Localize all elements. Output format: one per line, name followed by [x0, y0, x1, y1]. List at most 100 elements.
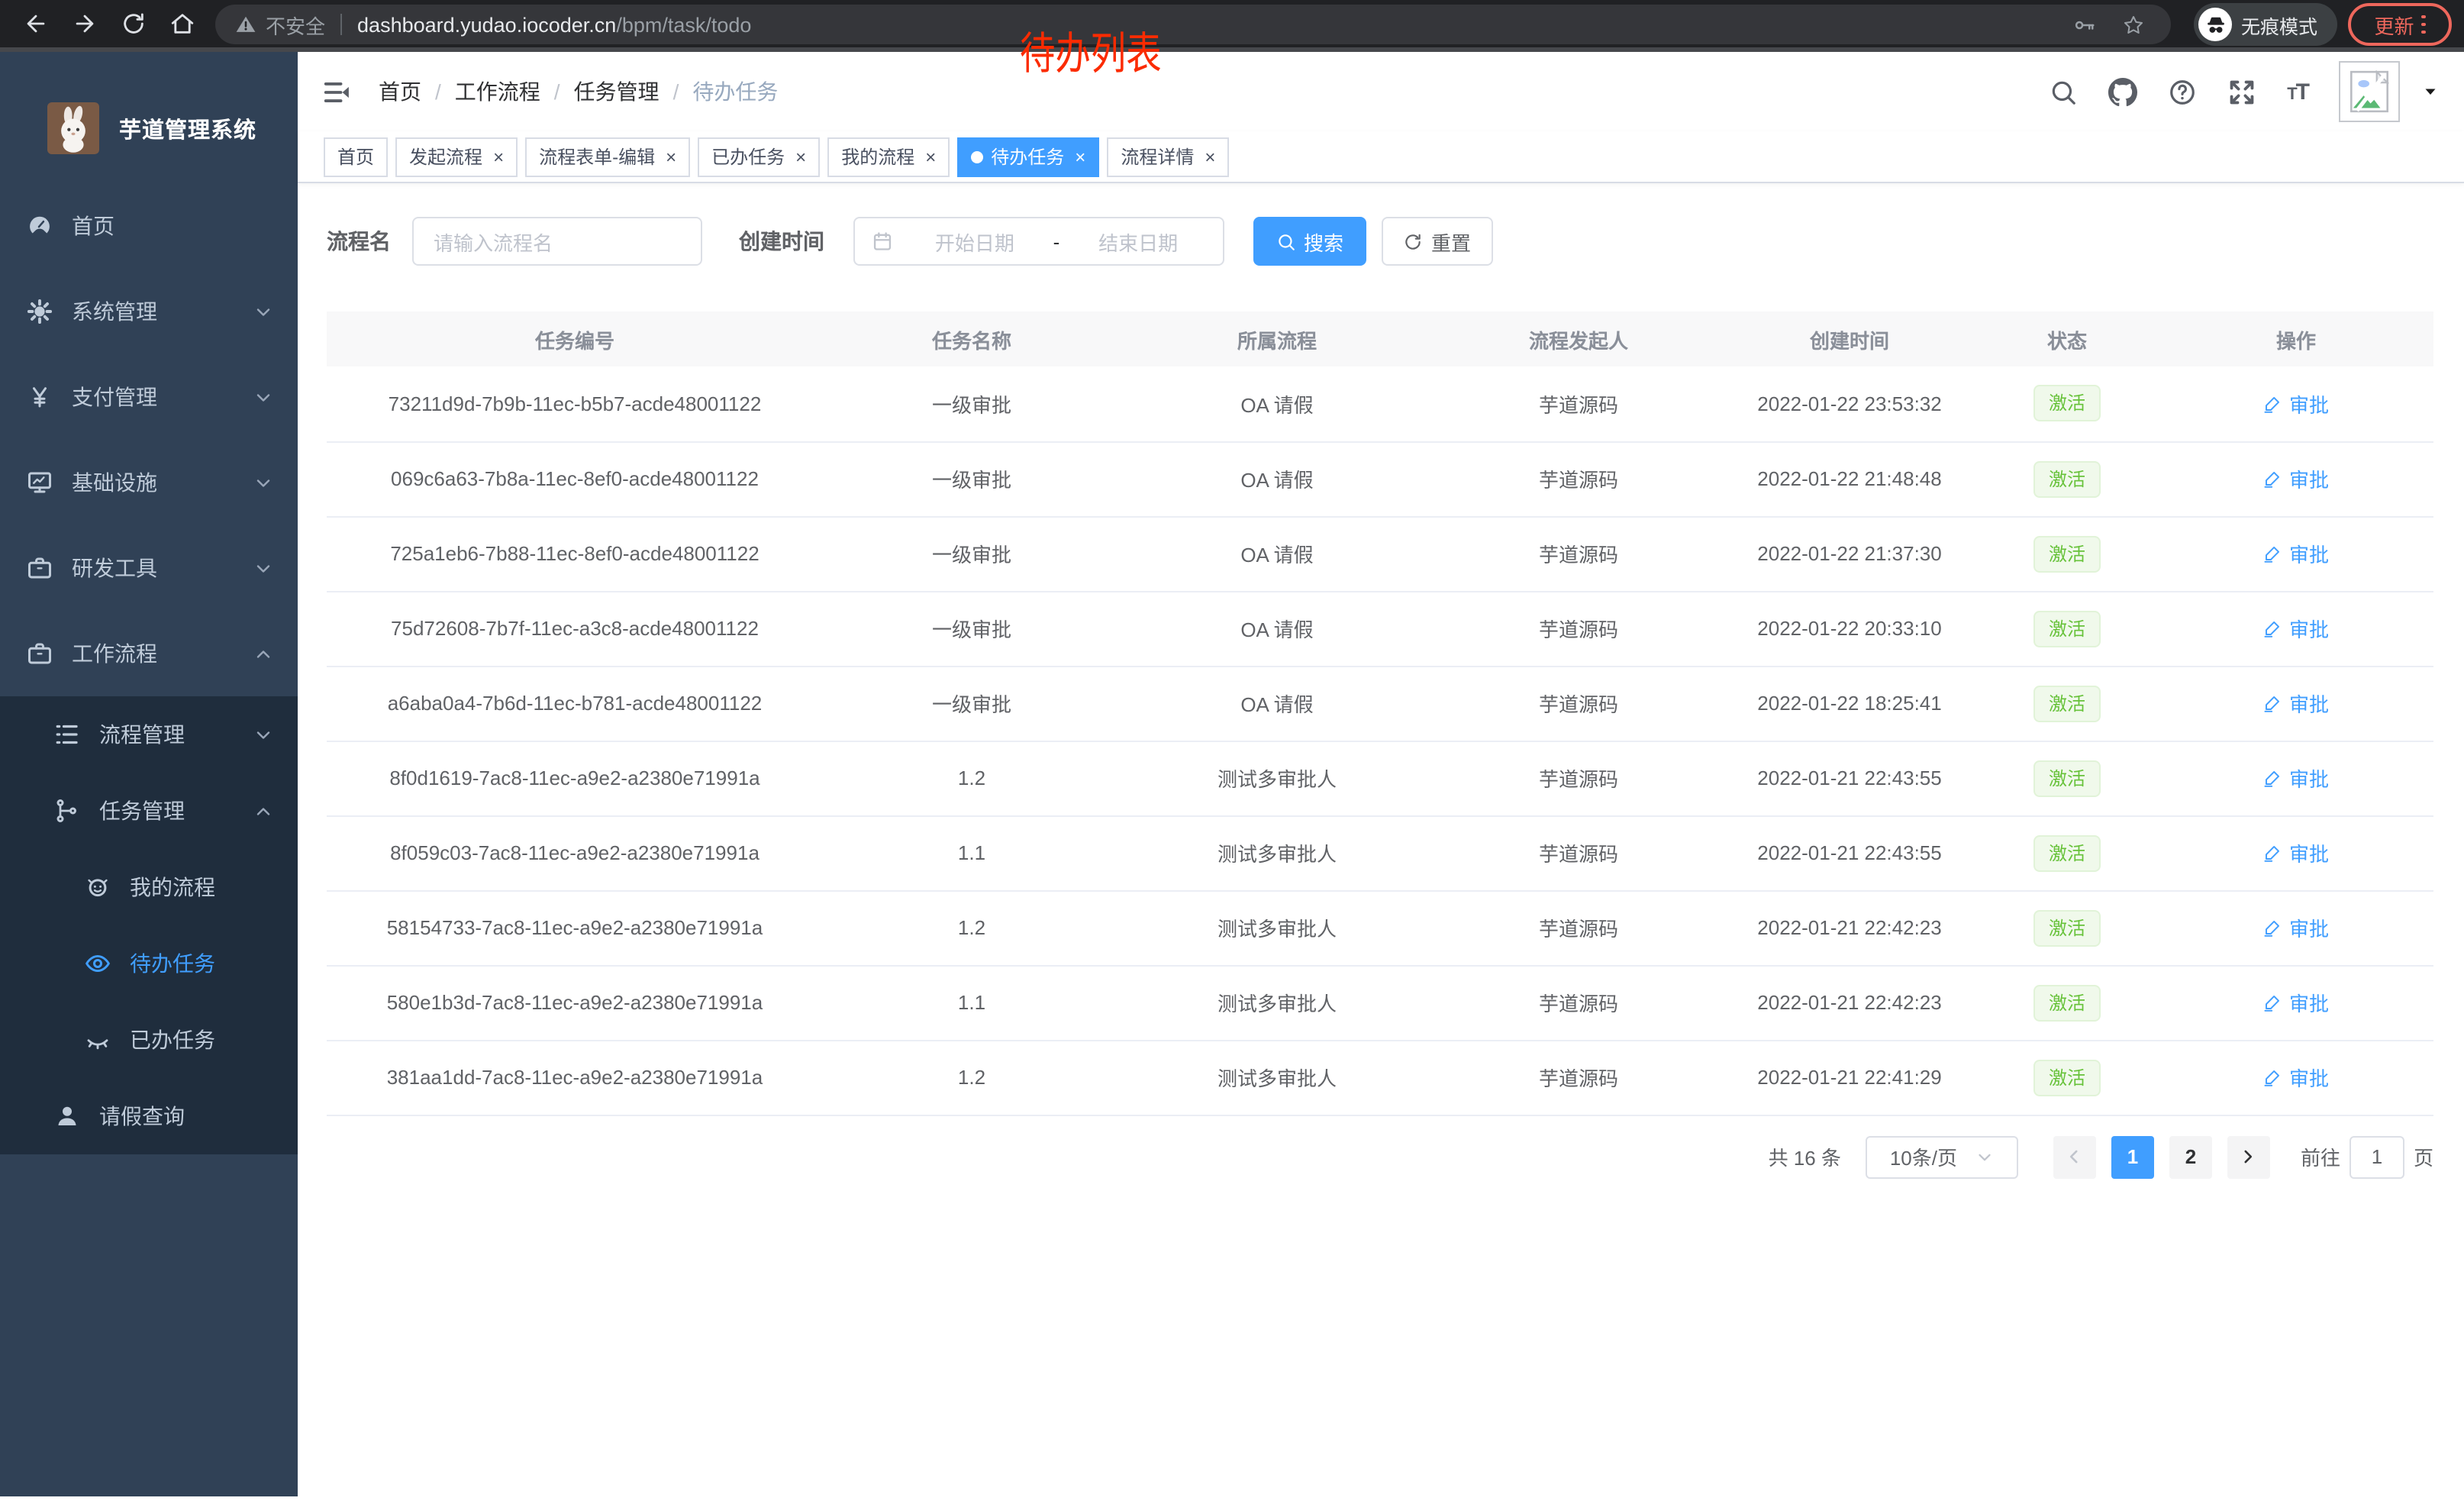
- sidebar-item-系统管理[interactable]: 系统管理: [0, 269, 298, 354]
- cell-process: 测试多审批人: [1121, 890, 1434, 965]
- column-header-创建时间: 创建时间: [1724, 311, 1975, 366]
- tab-close-icon[interactable]: ×: [795, 147, 806, 166]
- start-date-placeholder[interactable]: 开始日期: [902, 227, 1047, 256]
- breadcrumb-item-工作流程[interactable]: 工作流程: [455, 76, 540, 107]
- status-badge: 激活: [2033, 984, 2101, 1021]
- sidebar-item-label: 待办任务: [130, 948, 215, 979]
- goto-page-input[interactable]: 1: [2350, 1135, 2404, 1178]
- key-icon[interactable]: [2073, 13, 2096, 36]
- tab-close-icon[interactable]: ×: [1075, 147, 1085, 166]
- browser-back-button[interactable]: [23, 11, 49, 37]
- approve-link[interactable]: 审批: [2263, 913, 2329, 942]
- approve-link[interactable]: 审批: [2263, 1063, 2329, 1092]
- browser-home-button[interactable]: [169, 11, 195, 37]
- prev-page-button[interactable]: [2053, 1135, 2096, 1178]
- end-date-placeholder[interactable]: 结束日期: [1066, 227, 1211, 256]
- next-page-button[interactable]: [2227, 1135, 2270, 1178]
- approve-link[interactable]: 审批: [2263, 464, 2329, 493]
- not-secure-icon: [235, 14, 256, 35]
- sidebar-logo[interactable]: 芋道管理系统: [0, 52, 298, 183]
- tab-我的流程[interactable]: 我的流程×: [827, 137, 950, 176]
- sidebar-item-我的流程[interactable]: 我的流程: [0, 849, 298, 925]
- cell-id: 069c6a63-7b8a-11ec-8ef0-acde48001122: [327, 441, 823, 516]
- reset-button[interactable]: 重置: [1382, 217, 1493, 266]
- approve-link[interactable]: 审批: [2263, 389, 2329, 418]
- sidebar-item-首页[interactable]: 首页: [0, 183, 298, 269]
- goto-label: 前往: [2301, 1142, 2340, 1171]
- help-icon[interactable]: [2168, 77, 2197, 106]
- approve-link[interactable]: 审批: [2263, 614, 2329, 643]
- page-button-1[interactable]: 1: [2111, 1135, 2154, 1178]
- cell-time: 2022-01-21 22:42:23: [1724, 890, 1975, 965]
- cell-id: 8f0d1619-7ac8-11ec-a9e2-a2380e71991a: [327, 741, 823, 815]
- cell-status: 激活: [1975, 666, 2159, 741]
- tab-close-icon[interactable]: ×: [493, 147, 504, 166]
- browser-update-button[interactable]: 更新: [2348, 3, 2452, 46]
- browser-forward-button[interactable]: [72, 11, 98, 37]
- tab-流程详情[interactable]: 流程详情×: [1107, 137, 1229, 176]
- cell-starter: 芋道源码: [1434, 741, 1724, 815]
- bookmark-star-icon[interactable]: [2122, 13, 2145, 36]
- cell-id: 381aa1dd-7ac8-11ec-a9e2-a2380e71991a: [327, 1040, 823, 1115]
- tab-发起流程[interactable]: 发起流程×: [395, 137, 518, 176]
- edit-pencil-icon: [2263, 1067, 2283, 1087]
- process-name-label: 流程名: [327, 226, 391, 257]
- table-row: 381aa1dd-7ac8-11ec-a9e2-a2380e71991a1.2测…: [327, 1040, 2433, 1115]
- table-row: 580e1b3d-7ac8-11ec-a9e2-a2380e71991a1.1测…: [327, 965, 2433, 1040]
- cell-starter: 芋道源码: [1434, 965, 1724, 1040]
- cell-time: 2022-01-22 21:37:30: [1724, 516, 1975, 591]
- approve-label: 审批: [2289, 913, 2329, 942]
- broken-image-icon: [2350, 70, 2389, 113]
- status-badge: 激活: [2033, 610, 2101, 647]
- github-icon[interactable]: [2108, 77, 2137, 106]
- sidebar-item-请假查询[interactable]: 请假查询: [0, 1078, 298, 1154]
- user-avatar[interactable]: [2339, 61, 2400, 122]
- sidebar-item-流程管理[interactable]: 流程管理: [0, 696, 298, 773]
- cell-action: 审批: [2159, 741, 2433, 815]
- cell-id: 580e1b3d-7ac8-11ec-a9e2-a2380e71991a: [327, 965, 823, 1040]
- tab-首页[interactable]: 首页: [324, 137, 388, 176]
- approve-link[interactable]: 审批: [2263, 988, 2329, 1017]
- sidebar-item-待办任务[interactable]: 待办任务: [0, 925, 298, 1002]
- edit-pencil-icon: [2263, 993, 2283, 1012]
- browser-reload-button[interactable]: [121, 11, 147, 37]
- breadcrumb-item-任务管理[interactable]: 任务管理: [574, 76, 660, 107]
- tab-close-icon[interactable]: ×: [1205, 147, 1215, 166]
- approve-link[interactable]: 审批: [2263, 689, 2329, 718]
- approve-link[interactable]: 审批: [2263, 763, 2329, 792]
- sidebar-item-已办任务[interactable]: 已办任务: [0, 1002, 298, 1078]
- process-name-input[interactable]: 请输入流程名: [412, 217, 702, 266]
- sidebar-item-研发工具[interactable]: 研发工具: [0, 525, 298, 611]
- font-size-icon[interactable]: TT: [2287, 79, 2308, 105]
- page-size-select[interactable]: 10条/页: [1866, 1135, 2018, 1178]
- page-button-2[interactable]: 2: [2169, 1135, 2212, 1178]
- approve-link[interactable]: 审批: [2263, 539, 2329, 568]
- tab-待办任务[interactable]: 待办任务×: [957, 137, 1099, 176]
- address-bar[interactable]: 不安全 dashboard.yudao.iocoder.cn/bpm/task/…: [215, 5, 2171, 44]
- search-button-icon: [1276, 231, 1296, 251]
- sidebar-collapse-button[interactable]: [322, 77, 351, 106]
- sidebar-item-支付管理[interactable]: 支付管理: [0, 354, 298, 440]
- sidebar-item-工作流程[interactable]: 工作流程: [0, 611, 298, 696]
- chevron-up-icon: [253, 644, 273, 663]
- sidebar-item-任务管理[interactable]: 任务管理: [0, 773, 298, 849]
- tab-流程表单-编辑[interactable]: 流程表单-编辑×: [525, 137, 690, 176]
- cell-process: 测试多审批人: [1121, 741, 1434, 815]
- fullscreen-icon[interactable]: [2227, 77, 2256, 106]
- approve-link[interactable]: 审批: [2263, 838, 2329, 867]
- breadcrumb-item-首页[interactable]: 首页: [379, 76, 421, 107]
- not-secure-label: 不安全: [266, 10, 325, 39]
- column-header-流程发起人: 流程发起人: [1434, 311, 1724, 366]
- tab-close-icon[interactable]: ×: [666, 147, 676, 166]
- tab-已办任务[interactable]: 已办任务×: [698, 137, 820, 176]
- search-icon[interactable]: [2049, 77, 2078, 106]
- avatar-caret-down-icon[interactable]: [2421, 82, 2440, 101]
- sidebar-item-基础设施[interactable]: 基础设施: [0, 440, 298, 525]
- table-row: 8f059c03-7ac8-11ec-a9e2-a2380e71991a1.1测…: [327, 815, 2433, 890]
- date-range-input[interactable]: 开始日期 - 结束日期: [853, 217, 1224, 266]
- briefcase-icon: [26, 640, 53, 667]
- search-button[interactable]: 搜索: [1253, 217, 1366, 266]
- edit-pencil-icon: [2263, 843, 2283, 863]
- browser-menu-icon[interactable]: [2422, 15, 2426, 34]
- tab-close-icon[interactable]: ×: [925, 147, 936, 166]
